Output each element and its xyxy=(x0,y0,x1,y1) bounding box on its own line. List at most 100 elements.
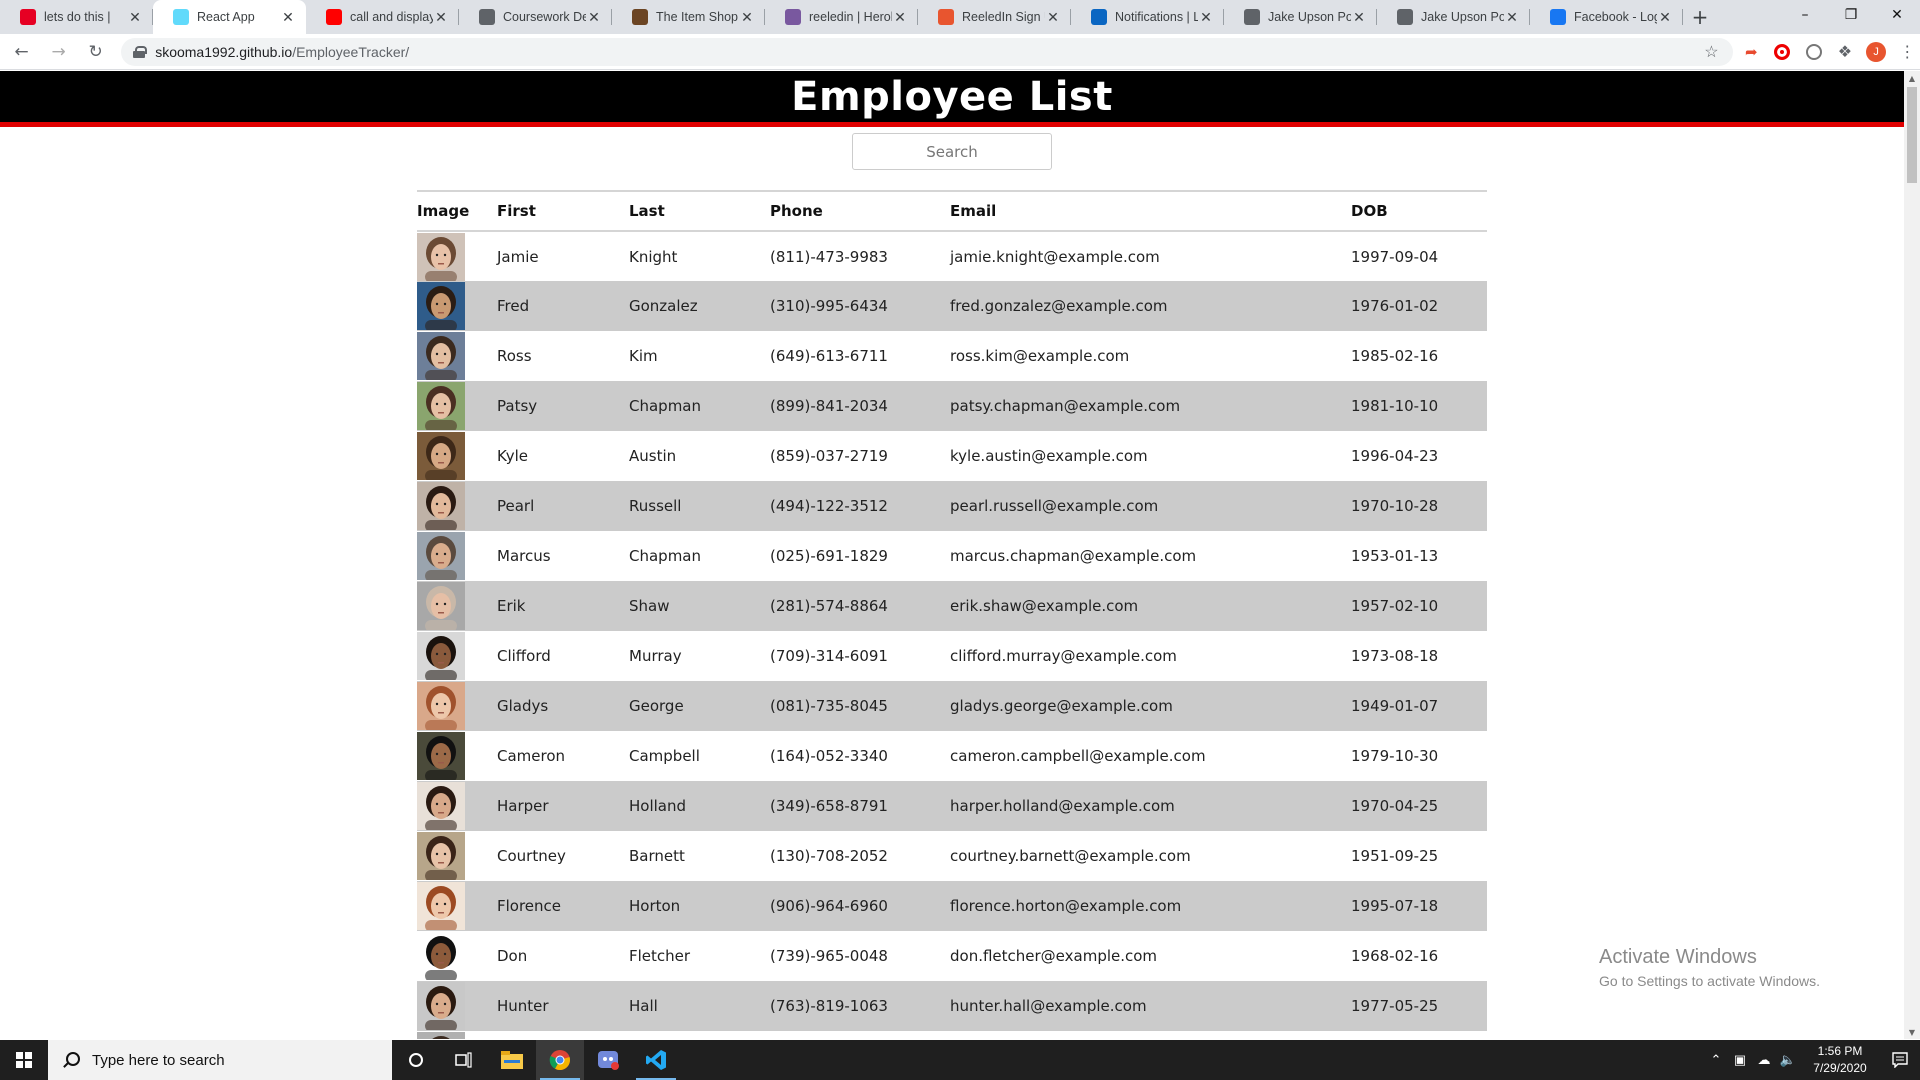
browser-tab[interactable]: Coursework Deta✕ xyxy=(459,0,612,34)
browser-tab[interactable]: The Item Shop ✕ xyxy=(612,0,765,34)
start-button[interactable] xyxy=(0,1040,48,1080)
close-tab-icon[interactable]: ✕ xyxy=(127,9,143,25)
bookmark-star-icon[interactable]: ☆ xyxy=(1704,42,1718,62)
cell-first: Kyle xyxy=(497,447,529,465)
cell-last: Murray xyxy=(629,647,682,665)
cell-phone xyxy=(770,1031,950,1039)
activate-windows-watermark: Activate Windows Go to Settings to activ… xyxy=(1599,946,1820,989)
maximize-button[interactable]: ❐ xyxy=(1828,0,1874,30)
tab-title: call and display a xyxy=(350,10,433,24)
employee-photo xyxy=(417,682,465,730)
table-header-row: Image First Last Phone Email DOB xyxy=(417,191,1487,231)
close-window-button[interactable]: ✕ xyxy=(1874,0,1920,30)
cell-email: don.fletcher@example.com xyxy=(950,947,1158,965)
file-explorer-icon[interactable] xyxy=(488,1040,536,1080)
close-tab-icon[interactable]: ✕ xyxy=(1045,9,1061,25)
extension-circle-icon[interactable] xyxy=(1801,39,1826,65)
cell-email: florence.horton@example.com xyxy=(950,897,1182,915)
search-container xyxy=(0,133,1904,170)
browser-tab[interactable]: reeledin | Herok ✕ xyxy=(765,0,918,34)
table-row: Pearl Russell (494)-122-3512 pearl.russell@… xyxy=(417,481,1487,531)
employee-photo xyxy=(417,282,465,330)
cell-dob: 1977-05-25 xyxy=(1351,997,1439,1015)
scroll-down-arrow-icon[interactable]: ▼ xyxy=(1904,1025,1920,1039)
address-bar[interactable]: skooma1992.github.io/EmployeeTracker/ ☆ xyxy=(121,37,1733,66)
search-icon xyxy=(62,1052,80,1068)
table-row: Patsy Chapman (899)-841-2034 patsy.chapman@… xyxy=(417,381,1487,431)
cell-dob: 1997-09-04 xyxy=(1351,247,1439,266)
browser-menu-icon[interactable]: ⋮ xyxy=(1895,39,1920,65)
network-icon[interactable]: ▣ xyxy=(1728,1040,1752,1080)
browser-tab[interactable]: Facebook - Log I✕ xyxy=(1530,0,1683,34)
header-dob[interactable]: DOB xyxy=(1351,191,1487,231)
browser-tab[interactable]: call and display a✕ xyxy=(306,0,459,34)
cell-phone: (899)-841-2034 xyxy=(770,397,888,415)
back-button[interactable]: ← xyxy=(6,36,37,68)
cell-image xyxy=(417,381,497,431)
volume-icon[interactable]: 🔈 xyxy=(1776,1040,1800,1080)
cell-dob: 1981-10-10 xyxy=(1351,397,1439,415)
tab-title: Jake Upson Portf xyxy=(1268,10,1351,24)
close-tab-icon[interactable]: ✕ xyxy=(739,9,755,25)
cell-last: Holland xyxy=(629,797,687,815)
header-email[interactable]: Email xyxy=(950,191,1351,231)
header-last[interactable]: Last xyxy=(629,191,770,231)
system-clock[interactable]: 1:56 PM 7/29/2020 xyxy=(1800,1043,1880,1077)
tab-title: Jake Upson Portf xyxy=(1421,10,1504,24)
browser-tab[interactable]: React App ✕ xyxy=(153,0,306,34)
employee-photo xyxy=(417,582,465,630)
forward-button[interactable]: → xyxy=(43,36,74,68)
cell-dob xyxy=(1351,1031,1487,1039)
header-phone[interactable]: Phone xyxy=(770,191,950,231)
chrome-icon[interactable] xyxy=(536,1040,584,1080)
close-tab-icon[interactable]: ✕ xyxy=(280,9,296,25)
minimize-button[interactable]: – xyxy=(1782,0,1828,30)
scroll-up-arrow-icon[interactable]: ▲ xyxy=(1904,71,1920,85)
cell-phone: (649)-613-6711 xyxy=(770,347,888,365)
close-tab-icon[interactable]: ✕ xyxy=(433,9,449,25)
close-tab-icon[interactable]: ✕ xyxy=(1657,9,1673,25)
employee-photo xyxy=(417,532,465,580)
cell-dob: 1953-01-13 xyxy=(1351,547,1439,565)
cell-email: cameron.campbell@example.com xyxy=(950,747,1206,765)
close-tab-icon[interactable]: ✕ xyxy=(892,9,908,25)
profile-avatar[interactable]: J xyxy=(1864,39,1889,65)
browser-tab[interactable]: Notifications | Li ✕ xyxy=(1071,0,1224,34)
browser-tab[interactable]: Jake Upson Portf✕ xyxy=(1224,0,1377,34)
extension-opera-icon[interactable] xyxy=(1770,39,1795,65)
scrollbar-thumb[interactable] xyxy=(1907,87,1917,183)
search-input[interactable] xyxy=(852,133,1052,170)
cell-first: Florence xyxy=(497,897,562,915)
close-tab-icon[interactable]: ✕ xyxy=(1351,9,1367,25)
close-tab-icon[interactable]: ✕ xyxy=(586,9,602,25)
task-view-icon[interactable] xyxy=(440,1040,488,1080)
extension-share-icon[interactable]: ➦ xyxy=(1739,39,1764,65)
discord-icon[interactable] xyxy=(584,1040,632,1080)
reload-button[interactable]: ↻ xyxy=(80,36,111,68)
browser-tab[interactable]: Jake Upson Portf✕ xyxy=(1377,0,1530,34)
close-tab-icon[interactable]: ✕ xyxy=(1198,9,1214,25)
cell-last: Chapman xyxy=(629,397,702,415)
cell-image xyxy=(417,331,497,381)
table-row: Ross Kim (649)-613-6711 ross.kim@example.co… xyxy=(417,331,1487,381)
close-tab-icon[interactable]: ✕ xyxy=(1504,9,1520,25)
browser-tab[interactable]: ReeledIn Sign Up✕ xyxy=(918,0,1071,34)
header-first[interactable]: First xyxy=(497,191,629,231)
tab-title: The Item Shop xyxy=(656,10,738,24)
browser-tab[interactable]: lets do this | ✕ xyxy=(0,0,153,34)
taskbar-search-box[interactable]: Type here to search xyxy=(48,1040,392,1080)
header-image[interactable]: Image xyxy=(417,191,497,231)
table-row: Don Fletcher (739)-965-0048 don.fletcher@ex… xyxy=(417,931,1487,981)
cell-email: clifford.murray@example.com xyxy=(950,647,1177,665)
react-icon xyxy=(173,9,189,25)
cell-image xyxy=(417,781,497,831)
cell-first: Courtney xyxy=(497,847,566,865)
onedrive-cloud-icon[interactable]: ☁ xyxy=(1752,1040,1776,1080)
extensions-puzzle-icon[interactable]: ❖ xyxy=(1832,39,1857,65)
new-tab-button[interactable]: + xyxy=(1683,0,1717,34)
vscode-icon[interactable] xyxy=(632,1040,680,1080)
cortana-icon[interactable] xyxy=(392,1040,440,1080)
action-center-icon[interactable] xyxy=(1880,1040,1920,1080)
page-scrollbar[interactable]: ▲ ▼ xyxy=(1904,71,1920,1039)
show-hidden-icons-chevron-icon[interactable]: ⌃ xyxy=(1704,1040,1728,1080)
